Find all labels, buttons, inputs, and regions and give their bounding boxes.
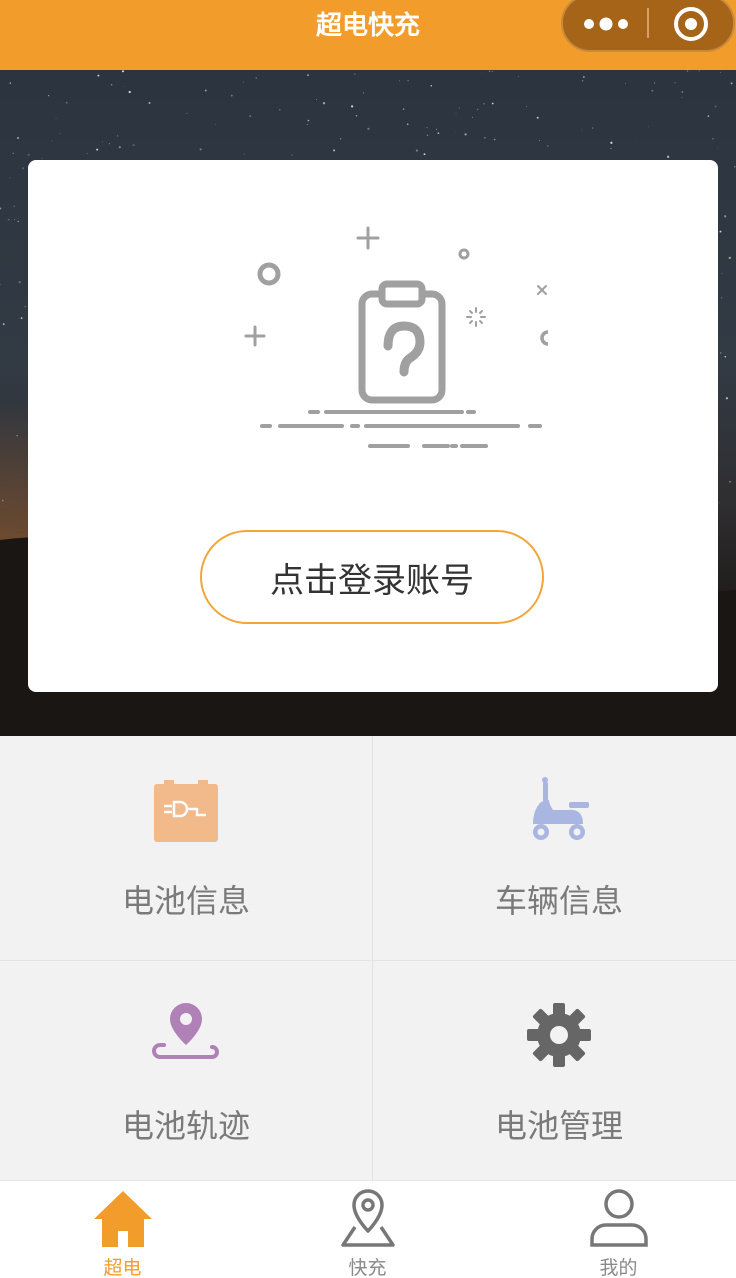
tab-mine[interactable]: 我的 xyxy=(496,1181,736,1278)
battery-icon xyxy=(154,780,218,842)
login-button[interactable]: 点击登录账号 xyxy=(200,530,544,624)
tab-label: 超电 xyxy=(103,1257,142,1278)
target-icon[interactable] xyxy=(673,6,709,42)
grid-item-battery-management[interactable]: 电池管理 xyxy=(373,961,736,1183)
clipboard-question-icon xyxy=(244,226,548,448)
grid-item-label: 电池轨迹 xyxy=(121,1107,250,1145)
home-icon xyxy=(94,1191,152,1247)
grid-item-vehicle-info[interactable]: 车辆信息 xyxy=(373,736,736,958)
location-track-icon xyxy=(152,1003,219,1059)
scooter-icon xyxy=(533,777,589,840)
user-icon xyxy=(590,1189,648,1247)
tab-home[interactable]: 超电 xyxy=(0,1181,245,1278)
grid-item-battery-info[interactable]: 电池信息 xyxy=(0,736,372,958)
grid-item-battery-track[interactable]: 电池轨迹 xyxy=(0,961,372,1183)
login-card: 点击登录账号 xyxy=(28,160,718,692)
tab-bar: 超电 快充 我的 xyxy=(0,1180,736,1278)
map-pin-icon xyxy=(341,1189,395,1247)
grid-item-label: 电池管理 xyxy=(494,1107,623,1145)
gear-icon xyxy=(527,1003,591,1067)
capsule-divider xyxy=(647,8,649,38)
grid-item-label: 车辆信息 xyxy=(494,882,623,920)
mini-program-capsule xyxy=(561,0,735,52)
app-screen: 超电 快充 点击登录账号 电池信息 车辆信息 电池轨迹 电池管理 超电 快充 我的 xyxy=(0,0,736,1278)
tab-label: 我的 xyxy=(599,1257,638,1278)
nav-bar: 超电快充 xyxy=(0,0,736,70)
grid-item-label: 电池信息 xyxy=(121,882,250,920)
more-dots-icon[interactable] xyxy=(581,12,631,36)
tab-label: 快充 xyxy=(348,1257,387,1278)
function-grid: 电池信息 车辆信息 电池轨迹 电池管理 xyxy=(0,736,736,1180)
tab-fast-charge[interactable]: 快充 xyxy=(245,1181,490,1278)
